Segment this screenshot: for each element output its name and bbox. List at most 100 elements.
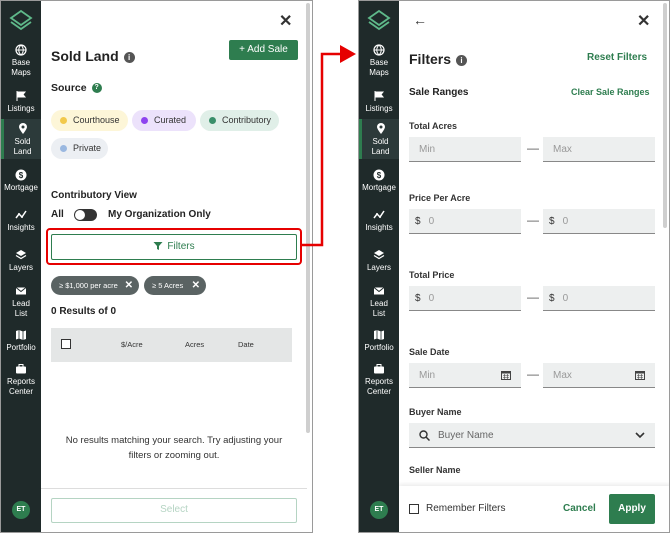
page-title: Sold Land i bbox=[51, 48, 135, 64]
rail-item-lead-list[interactable]: Lead List bbox=[1, 283, 41, 321]
column-price-per-acre[interactable]: $/Acre bbox=[121, 340, 143, 349]
avatar[interactable]: ET bbox=[12, 501, 30, 519]
range-dash: — bbox=[527, 290, 539, 304]
remove-tag-icon[interactable]: ✕ bbox=[125, 276, 133, 295]
rail-label: Mortgage bbox=[362, 183, 396, 192]
rail-item-listings[interactable]: Listings bbox=[359, 87, 399, 115]
rail-item-base-maps[interactable]: Base Maps bbox=[359, 41, 399, 79]
rail-item-insights[interactable]: Insights bbox=[359, 207, 399, 235]
remove-tag-icon[interactable]: ✕ bbox=[192, 276, 200, 295]
clear-sale-ranges-link[interactable]: Clear Sale Ranges bbox=[571, 87, 650, 97]
rail-label: Sold bbox=[372, 137, 389, 146]
column-acres[interactable]: Acres bbox=[185, 340, 204, 349]
total-acres-label: Total Acres bbox=[409, 121, 458, 131]
private-dot-icon bbox=[60, 145, 67, 152]
contributory-dot-icon bbox=[209, 117, 216, 124]
chip-label: Private bbox=[73, 143, 102, 153]
chip-label: Courthouse bbox=[73, 115, 120, 125]
info-icon[interactable]: i bbox=[123, 51, 135, 63]
info-icon[interactable]: i bbox=[456, 54, 468, 66]
dollar-icon: $ bbox=[15, 169, 27, 181]
rail-label: Land bbox=[13, 147, 32, 156]
briefcase-icon bbox=[374, 364, 384, 374]
rail-item-layers[interactable]: Layers bbox=[1, 247, 41, 275]
chevron-down-icon[interactable] bbox=[635, 432, 645, 439]
globe-icon bbox=[15, 44, 27, 56]
rail-item-mortgage[interactable]: $ Mortgage bbox=[359, 167, 399, 195]
price-per-acre-label: Price Per Acre bbox=[409, 193, 471, 203]
close-icon[interactable]: ✕ bbox=[637, 11, 650, 31]
select-all-checkbox[interactable] bbox=[61, 339, 71, 349]
rail-item-reports-center[interactable]: Reports Center bbox=[359, 361, 399, 399]
filter-tag-acres[interactable]: ≥ 5 Acres ✕ bbox=[144, 276, 206, 295]
chip-label: Curated bbox=[154, 115, 187, 125]
rail-item-listings[interactable]: Listings bbox=[1, 87, 41, 115]
rail-item-mortgage[interactable]: $ Mortgage bbox=[1, 167, 41, 195]
chip-curated[interactable]: Curated bbox=[132, 110, 196, 131]
buyer-name-select[interactable]: Buyer Name bbox=[409, 423, 655, 448]
scrollbar[interactable] bbox=[663, 3, 667, 228]
chip-label: Contributory bbox=[222, 115, 272, 125]
currency-icon: $ bbox=[549, 293, 555, 304]
remember-filters-checkbox[interactable] bbox=[409, 504, 419, 514]
organization-toggle[interactable] bbox=[74, 209, 97, 221]
total-acres-min-input[interactable]: Min bbox=[409, 137, 521, 162]
rail-label: Maps bbox=[369, 68, 389, 77]
placeholder-text: 0 bbox=[428, 293, 435, 304]
apply-button[interactable]: Apply bbox=[609, 494, 655, 524]
currency-icon: $ bbox=[415, 293, 421, 304]
rail-label: Listings bbox=[7, 104, 35, 113]
reset-filters-link[interactable]: Reset Filters bbox=[587, 52, 647, 63]
chip-courthouse[interactable]: Courthouse bbox=[51, 110, 128, 131]
total-acres-max-input[interactable]: Max bbox=[543, 137, 655, 162]
rail-item-insights[interactable]: Insights bbox=[1, 207, 41, 235]
filters-button-label: Filters bbox=[167, 241, 195, 252]
total-price-max-input[interactable]: $0 bbox=[543, 286, 655, 311]
rail-label: Land bbox=[371, 147, 390, 156]
rail-item-reports-center[interactable]: Reports Center bbox=[1, 361, 41, 399]
select-button[interactable]: Select bbox=[51, 498, 297, 523]
add-sale-button[interactable]: + Add Sale bbox=[229, 40, 298, 60]
rail-label: Center bbox=[366, 387, 391, 396]
source-label: Source? bbox=[51, 82, 102, 94]
help-icon[interactable]: ? bbox=[91, 83, 102, 94]
rail-item-base-maps[interactable]: Base Maps bbox=[1, 41, 41, 79]
rail-item-layers[interactable]: Layers bbox=[359, 247, 399, 275]
rail-item-sold-land[interactable]: Sold Land bbox=[1, 119, 41, 159]
empty-message-line: No results matching your search. Try adj… bbox=[65, 435, 283, 446]
cancel-button[interactable]: Cancel bbox=[563, 503, 596, 514]
chip-contributory[interactable]: Contributory bbox=[200, 110, 279, 131]
calendar-icon[interactable] bbox=[635, 370, 645, 380]
avatar[interactable]: ET bbox=[370, 501, 388, 519]
price-per-acre-max-input[interactable]: $0 bbox=[543, 209, 655, 234]
range-dash: — bbox=[527, 141, 539, 155]
rail-label: Reports bbox=[364, 377, 393, 386]
filter-tag-price[interactable]: ≥ $1,000 per acre ✕ bbox=[51, 276, 139, 295]
trend-icon bbox=[373, 210, 385, 219]
rail-item-lead-list[interactable]: Lead List bbox=[359, 283, 399, 321]
total-price-label: Total Price bbox=[409, 270, 455, 280]
sale-date-max-input[interactable]: Max bbox=[543, 363, 655, 388]
rail-item-portfolio[interactable]: Portfolio bbox=[359, 327, 399, 355]
rail-label: Base bbox=[11, 58, 31, 67]
mail-icon bbox=[15, 287, 27, 295]
sold-land-content: ✕ Sold Land i + Add Sale Source? Courthou… bbox=[41, 1, 312, 532]
back-arrow-icon[interactable]: ← bbox=[413, 12, 427, 28]
close-icon[interactable]: ✕ bbox=[279, 11, 292, 31]
rail-label: Insights bbox=[7, 223, 35, 232]
rail-item-sold-land[interactable]: Sold Land bbox=[359, 119, 399, 159]
total-price-min-input[interactable]: $0 bbox=[409, 286, 521, 311]
price-per-acre-min-input[interactable]: $0 bbox=[409, 209, 521, 234]
calendar-icon[interactable] bbox=[501, 370, 511, 380]
sale-date-min-input[interactable]: Min bbox=[409, 363, 521, 388]
logo-icon bbox=[9, 9, 33, 31]
rail-item-portfolio[interactable]: Portfolio bbox=[1, 327, 41, 355]
chip-private[interactable]: Private bbox=[51, 138, 108, 159]
column-date[interactable]: Date bbox=[238, 340, 254, 349]
search-icon bbox=[419, 430, 430, 441]
filters-button[interactable]: Filters bbox=[51, 234, 297, 260]
flag-icon bbox=[374, 91, 385, 101]
placeholder-text: 0 bbox=[428, 216, 435, 227]
rail-label: Layers bbox=[366, 263, 391, 272]
currency-icon: $ bbox=[549, 216, 555, 227]
